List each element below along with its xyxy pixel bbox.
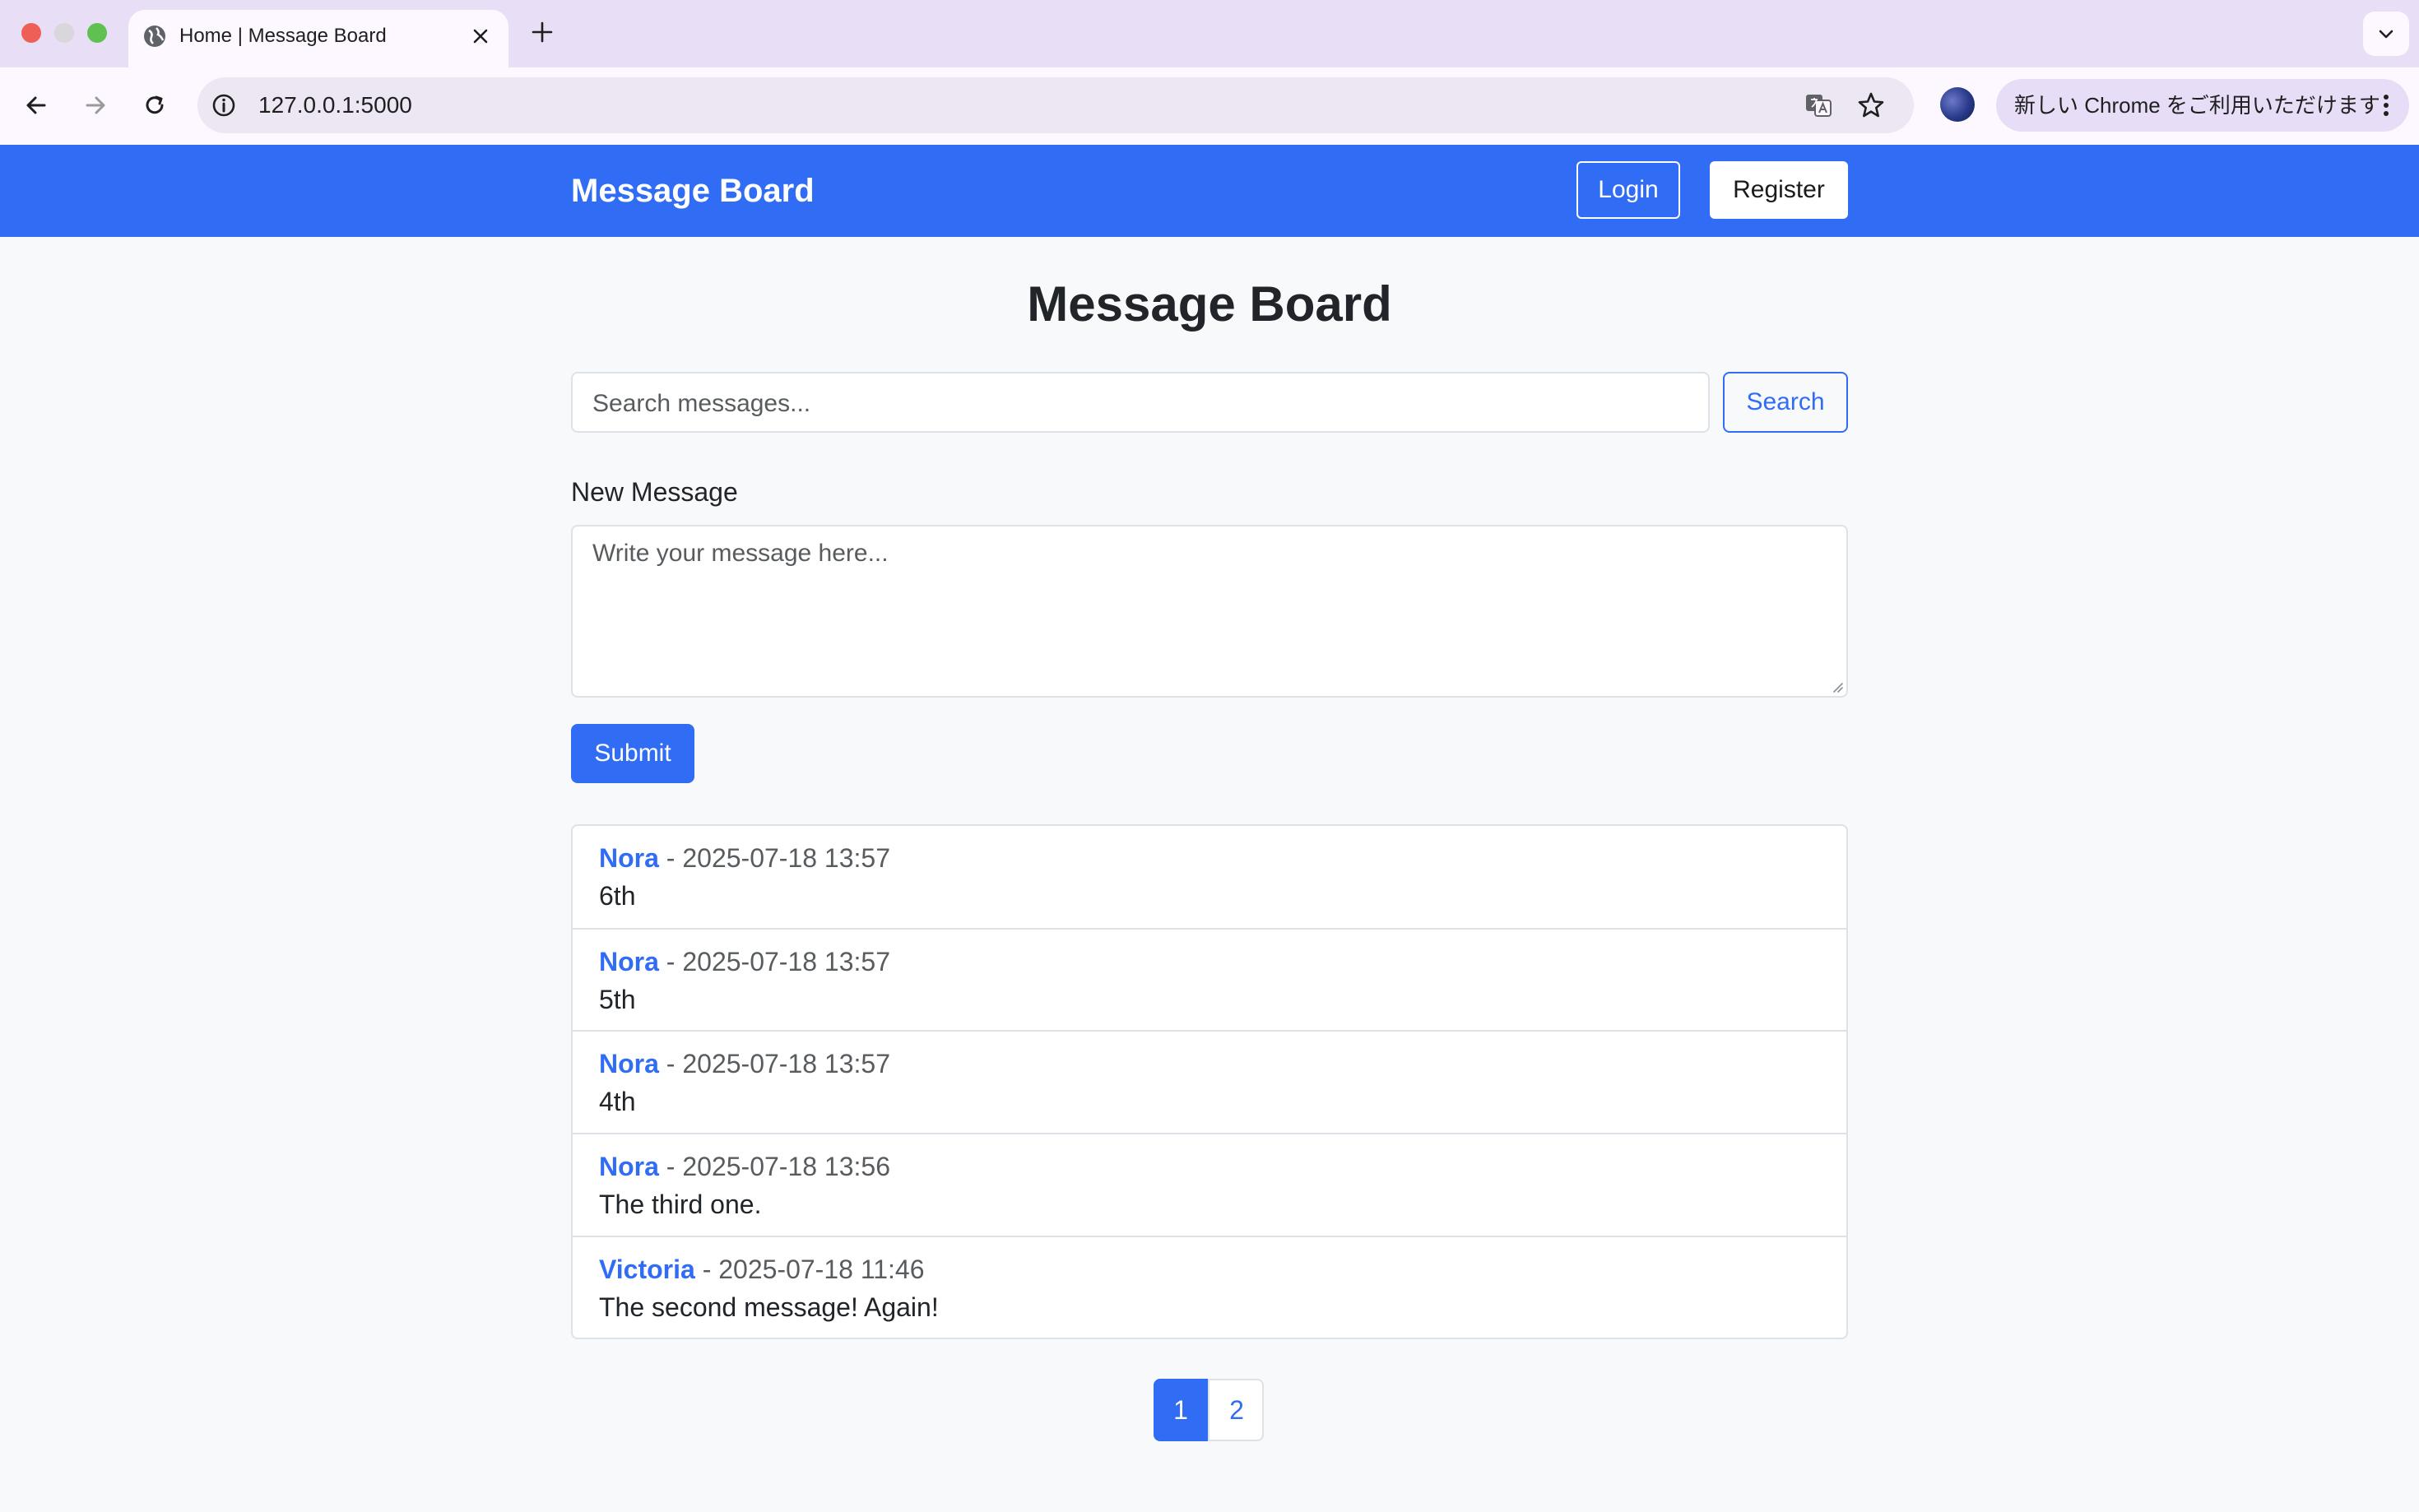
profile-avatar[interactable]	[1940, 87, 1975, 122]
message-meta: Victoria - 2025-07-18 11:46	[599, 1252, 925, 1287]
message-body: 5th	[599, 985, 636, 1014]
window-minimize-button[interactable]	[54, 23, 74, 43]
meta-separator: -	[658, 947, 683, 976]
message-author-link[interactable]: Nora	[599, 843, 659, 873]
browser-tab-strip: Home | Message Board	[0, 0, 2419, 67]
message-body: The third one.	[599, 1190, 762, 1219]
message-timestamp: 2025-07-18 13:57	[682, 1049, 890, 1078]
message-timestamp: 2025-07-18 11:46	[718, 1255, 925, 1284]
page-title: Message Board	[1027, 276, 1392, 332]
chevron-down-icon	[2379, 30, 2393, 39]
message-timestamp: 2025-07-18 13:57	[682, 947, 890, 976]
message-meta: Nora - 2025-07-18 13:56	[599, 1149, 890, 1184]
url-text: 127.0.0.1:5000	[258, 92, 412, 118]
tab-title: Home | Message Board	[179, 25, 387, 47]
message-meta: Nora - 2025-07-18 13:57	[599, 944, 890, 979]
message-author-link[interactable]: Nora	[599, 947, 659, 976]
login-button[interactable]: Login	[1576, 161, 1680, 219]
meta-separator: -	[658, 843, 683, 873]
search-placeholder: Search messages...	[592, 390, 811, 417]
message-body: 6th	[599, 881, 636, 911]
message-timestamp: 2025-07-18 13:56	[682, 1152, 890, 1181]
list-item: Nora - 2025-07-18 13:56 The third one.	[573, 1133, 1846, 1235]
message-meta: Nora - 2025-07-18 13:57	[599, 1046, 890, 1081]
browser-tab-active[interactable]: Home | Message Board	[128, 10, 508, 67]
navbar-brand[interactable]: Message Board	[571, 169, 815, 212]
message-body: The second message! Again!	[599, 1292, 939, 1322]
list-item: Nora - 2025-07-18 13:57 4th	[573, 1030, 1846, 1132]
message-body: 4th	[599, 1087, 636, 1116]
address-bar[interactable]: 127.0.0.1:5000	[197, 77, 1914, 133]
forward-arrow-icon[interactable]	[81, 90, 110, 120]
search-button[interactable]: Search	[1723, 372, 1848, 433]
site-navbar: Message Board Login Register	[0, 145, 2419, 237]
message-meta: Nora - 2025-07-18 13:57	[599, 841, 890, 875]
meta-separator: -	[694, 1255, 719, 1284]
more-options-icon[interactable]	[2378, 92, 2394, 118]
message-timestamp: 2025-07-18 13:57	[682, 843, 890, 873]
reload-icon[interactable]	[140, 90, 169, 120]
site-info-icon[interactable]	[211, 92, 237, 118]
update-notice-text: 新しい Chrome をご利用いただけます	[2014, 93, 2380, 118]
message-author-link[interactable]: Nora	[599, 1152, 659, 1181]
page-link-2[interactable]: 2	[1208, 1379, 1264, 1441]
window-maximize-button[interactable]	[87, 23, 107, 43]
chrome-update-button[interactable]: 新しい Chrome をご利用いただけます	[1996, 79, 2409, 132]
message-list: Nora - 2025-07-18 13:57 6th Nora - 2025-…	[571, 824, 1848, 1339]
translate-icon[interactable]	[1804, 90, 1833, 120]
tab-search-button[interactable]	[2363, 12, 2409, 56]
message-author-link[interactable]: Victoria	[599, 1255, 695, 1284]
new-tab-icon[interactable]	[530, 20, 555, 44]
list-item: Nora - 2025-07-18 13:57 6th	[573, 826, 1846, 928]
message-placeholder: Write your message here...	[592, 540, 889, 567]
globe-icon	[144, 26, 165, 47]
list-item: Nora - 2025-07-18 13:57 5th	[573, 928, 1846, 1030]
pagination: 1 2	[1154, 1379, 1264, 1441]
submit-button[interactable]: Submit	[571, 724, 694, 783]
message-author-link[interactable]: Nora	[599, 1049, 659, 1078]
list-item: Victoria - 2025-07-18 11:46 The second m…	[573, 1236, 1846, 1338]
meta-separator: -	[658, 1049, 683, 1078]
page-link-1[interactable]: 1	[1154, 1379, 1208, 1441]
close-tab-icon[interactable]	[469, 25, 492, 48]
browser-toolbar: 127.0.0.1:5000 新しい Chrome をご利用いただけます	[0, 67, 2419, 146]
window-close-button[interactable]	[21, 23, 41, 43]
message-textarea[interactable]: Write your message here...	[571, 525, 1848, 698]
search-input[interactable]: Search messages...	[571, 372, 1710, 433]
new-message-label: New Message	[571, 477, 738, 507]
meta-separator: -	[658, 1152, 683, 1181]
back-arrow-icon[interactable]	[21, 90, 51, 120]
register-button[interactable]: Register	[1710, 161, 1848, 219]
resize-grip-icon[interactable]	[1830, 679, 1843, 693]
bookmark-star-icon[interactable]	[1856, 90, 1886, 120]
